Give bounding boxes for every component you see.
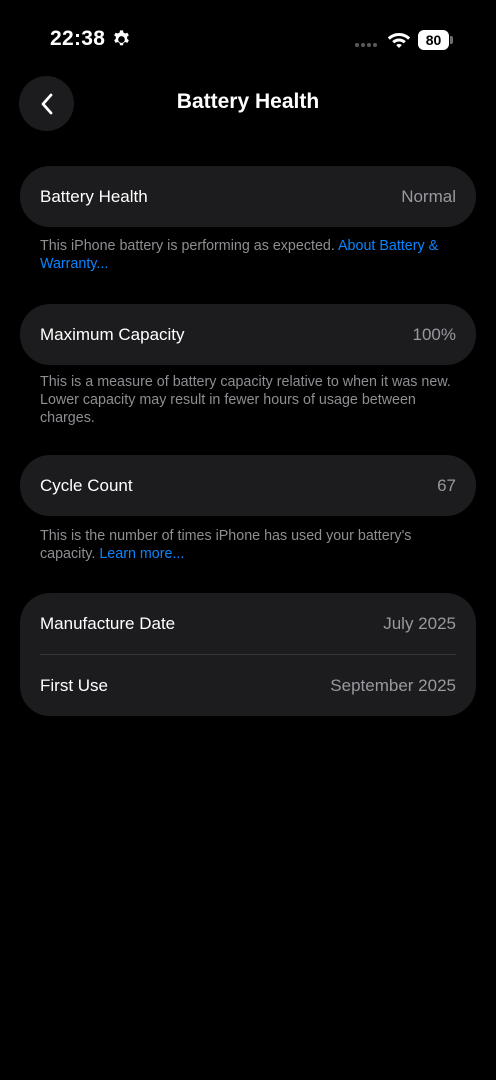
first-use-value: September 2025 [330,675,456,695]
manufacture-date-row: Manufacture Date July 2025 [20,593,476,654]
battery-health-row: Battery Health Normal [20,166,476,227]
cycle-count-card: Cycle Count 67 [20,455,476,516]
status-bar: 22:38 80 [0,0,496,80]
battery-icon: 80 [418,30,454,50]
maximum-capacity-card: Maximum Capacity 100% [20,304,476,365]
manufacture-date-label: Manufacture Date [40,613,176,633]
status-time: 22:38 [50,27,106,50]
battery-health-label: Battery Health [40,186,148,206]
cycle-count-value: 67 [437,475,456,495]
maximum-capacity-value: 100% [412,324,456,344]
battery-health-card: Battery Health Normal [20,166,476,227]
cellular-signal-icon [355,43,377,47]
cycle-count-row: Cycle Count 67 [20,455,476,516]
battery-health-footnote-text: This iPhone battery is performing as exp… [40,238,339,254]
maximum-capacity-footnote: This is a measure of battery capacity re… [40,373,460,427]
maximum-capacity-row: Maximum Capacity 100% [20,304,476,365]
battery-health-screen: 22:38 80 Battery Health Battery Health N… [0,0,496,1080]
first-use-label: First Use [40,675,108,695]
cycle-count-footnote-text: This is the number of times iPhone has u… [40,528,412,562]
first-use-row: First Use September 2025 [20,655,476,716]
battery-level: 80 [418,30,449,50]
page-title: Battery Health [176,90,320,113]
wifi-icon [387,33,411,48]
dates-card: Manufacture Date July 2025 First Use Sep… [20,593,476,716]
maximum-capacity-label: Maximum Capacity [40,324,185,344]
cycle-count-footnote: This is the number of times iPhone has u… [40,527,460,563]
battery-health-footnote: This iPhone battery is performing as exp… [40,237,460,273]
learn-more-link[interactable]: Learn more... [99,546,184,562]
battery-health-value: Normal [401,186,456,206]
cycle-count-label: Cycle Count [40,475,133,495]
manufacture-date-value: July 2025 [383,613,456,633]
gear-icon [114,30,129,46]
maximum-capacity-footnote-text: This is a measure of battery capacity re… [40,374,451,426]
